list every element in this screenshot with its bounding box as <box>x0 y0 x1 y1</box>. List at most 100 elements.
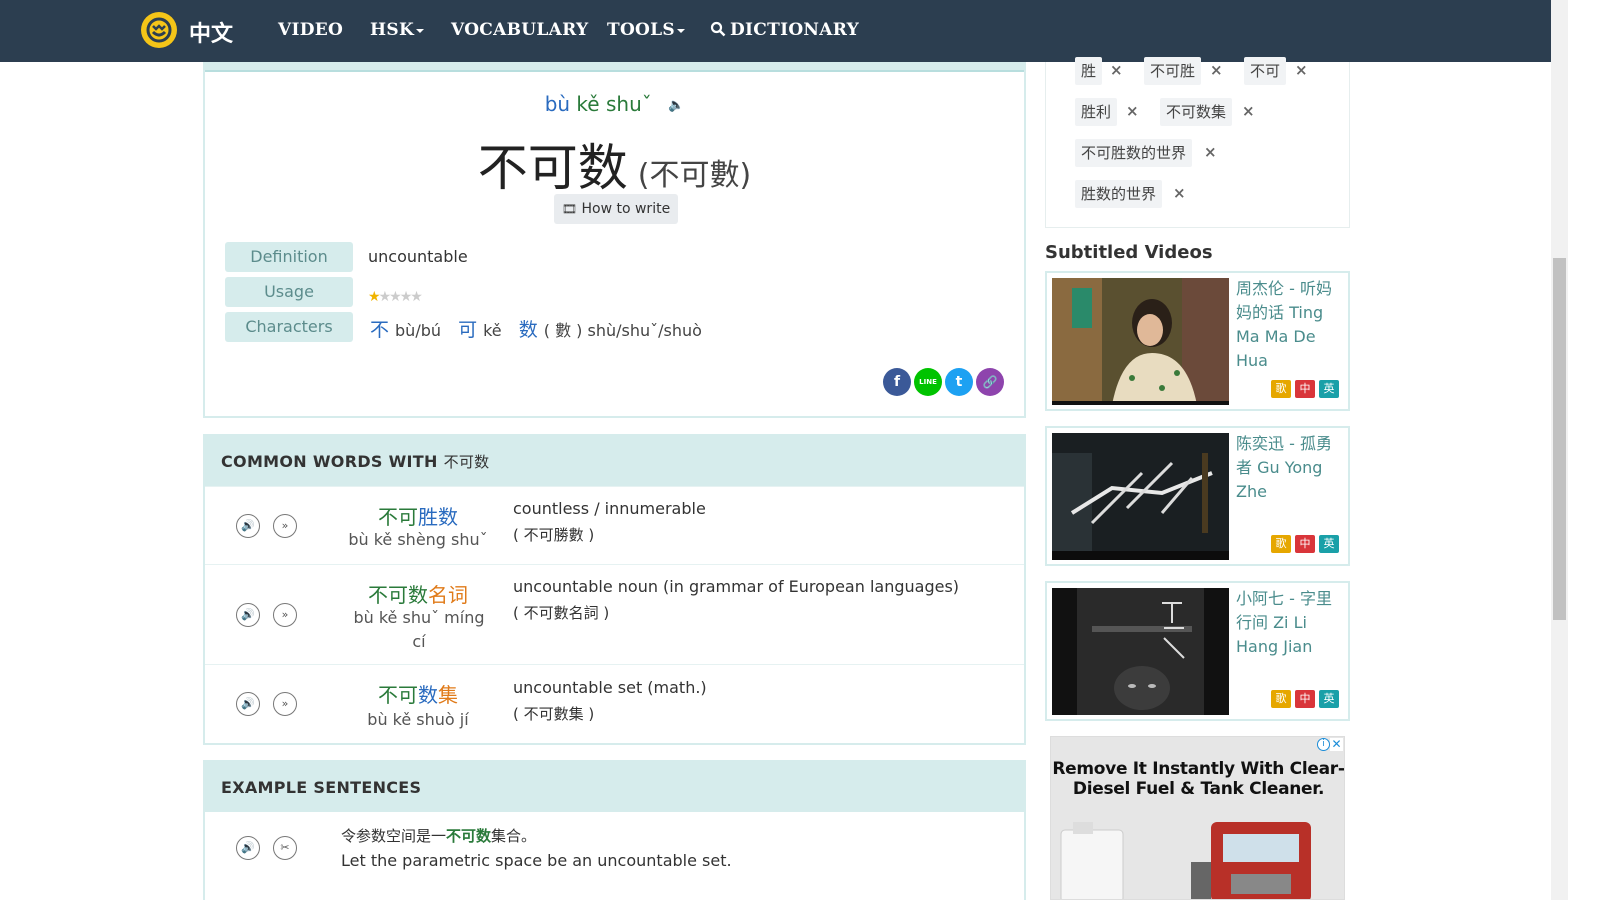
example-sentences-section: EXAMPLE SENTENCES 🔊 ✂ 令参数空间是一不可数集合。 Let … <box>203 760 1026 900</box>
history-tag[interactable]: 胜数的世界 <box>1075 180 1163 208</box>
example-chinese: 令参数空间是一不可数集合。 <box>341 825 536 846</box>
video-thumbnail[interactable] <box>1052 433 1229 560</box>
word-traditional: ( 不可數集 ) <box>513 705 595 723</box>
video-card[interactable]: 小阿七 - 字里行间 Zi Li Hang Jian 歌 中 英 <box>1045 581 1350 721</box>
how-to-write-button[interactable]: 🎞 How to write <box>554 194 678 224</box>
word-row: 🔊 » 不可胜数 bù kě shèng shuˇ countless / in… <box>205 486 1024 564</box>
word-definition: uncountable noun (in grammar of European… <box>513 577 960 596</box>
history-tag[interactable]: 不可胜 <box>1144 57 1202 85</box>
section-heading-hanzi: 不可数 <box>443 453 490 471</box>
section-heading-text: COMMON WORDS WITH <box>221 452 438 471</box>
close-icon[interactable]: × <box>1210 61 1223 79</box>
example-english: Let the parametric space be an uncountab… <box>341 851 732 870</box>
character-link[interactable]: 不 <box>370 319 389 341</box>
word-pinyin: bù kě shèng shuˇ <box>348 530 488 549</box>
line-share-icon[interactable]: LINE <box>914 368 942 396</box>
history-tag[interactable]: 胜利 <box>1075 98 1118 126</box>
ad-info-icon[interactable]: i <box>1317 738 1330 751</box>
speaker-icon[interactable]: 🔊 <box>236 514 260 538</box>
scissors-icon[interactable]: ✂ <box>273 836 297 860</box>
sentence-keyword: 不可数 <box>446 827 492 845</box>
word-pinyin: bù kě shuˇ míng cí <box>353 608 485 651</box>
character-pinyin: ( 數 ) shù/shuˇ/shuò <box>543 321 702 340</box>
advertisement[interactable]: i ✕ Remove It Instantly With Clear-Diese… <box>1050 736 1345 900</box>
nav-dictionary[interactable]: DICTIONARY <box>710 20 859 40</box>
more-icon[interactable]: » <box>273 692 297 716</box>
character-link[interactable]: 可 <box>458 319 477 341</box>
history-tag[interactable]: 不可数集 <box>1160 98 1233 126</box>
chinese-subtitle-badge: 中 <box>1295 690 1315 708</box>
video-title[interactable]: 周杰伦 - 听妈妈的话 Ting Ma Ma De Hua <box>1236 277 1344 373</box>
brand-title[interactable]: 中文 <box>189 16 233 48</box>
nav-vocabulary[interactable]: VOCABULARY <box>451 20 589 40</box>
hanzi-part: 不可 <box>378 505 418 529</box>
history-tag[interactable]: 不可胜数的世界 <box>1075 139 1193 167</box>
nav-video[interactable]: VIDEO <box>278 20 343 40</box>
history-tag[interactable]: 胜 <box>1075 57 1103 85</box>
english-subtitle-badge: 英 <box>1319 380 1339 398</box>
video-card[interactable]: 周杰伦 - 听妈妈的话 Ting Ma Ma De Hua 歌 中 英 <box>1045 271 1350 411</box>
close-icon[interactable]: × <box>1126 102 1139 120</box>
word-definition: countless / innumerable <box>513 499 706 518</box>
hanzi-part: 胜数 <box>418 505 458 529</box>
scrollbar-thumb[interactable] <box>1553 258 1566 620</box>
chevron-down-icon <box>416 28 425 33</box>
speaker-icon[interactable]: 🔊 <box>236 836 260 860</box>
nav-tools-label: TOOLS <box>607 20 675 40</box>
usage-rating: ★★★★★ <box>368 286 423 305</box>
characters-breakdown: 不 bù/bú 可 kě 数 ( 數 ) shù/shuˇ/shuò <box>370 315 714 342</box>
video-thumbnail[interactable] <box>1052 278 1229 405</box>
logo-icon[interactable] <box>141 12 177 48</box>
close-icon[interactable]: × <box>1204 143 1217 161</box>
example-row: 🔊 ✂ 令参数空间是一不可数集合。 Let the parametric spa… <box>205 812 1024 900</box>
word-hanzi[interactable]: 不可数集 <box>323 679 513 708</box>
sentence-part: 集合。 <box>491 827 537 845</box>
close-icon[interactable]: × <box>1242 102 1255 120</box>
nav-tools[interactable]: TOOLS <box>607 20 685 40</box>
word-traditional: ( 不可勝數 ) <box>513 526 595 544</box>
search-icon <box>710 21 726 37</box>
ad-close-icon[interactable]: ✕ <box>1330 738 1343 751</box>
top-navbar: 中文 VIDEO HSK VOCABULARY TOOLS DICTIONARY <box>0 0 1551 62</box>
facebook-share-icon[interactable]: f <box>883 368 911 396</box>
history-tag[interactable]: 不可 <box>1244 57 1287 85</box>
word-row: 🔊 » 不可数集 bù kě shuò jí uncountable set (… <box>205 664 1024 744</box>
close-icon[interactable]: × <box>1173 184 1186 202</box>
speaker-icon[interactable]: 🔊 <box>236 603 260 627</box>
chinese-subtitle-badge: 中 <box>1295 535 1315 553</box>
more-icon[interactable]: » <box>273 603 297 627</box>
video-thumbnail[interactable] <box>1052 588 1229 715</box>
ad-text: Remove It Instantly With Clear-Diesel Fu… <box>1052 759 1345 799</box>
film-icon: 🎞 <box>561 202 578 216</box>
close-icon[interactable]: × <box>1295 61 1308 79</box>
search-history-box: 胜 × 不可胜 × 不可 × 胜利 × 不可数集 × 不可胜数的世界 × 胜数的… <box>1045 57 1350 228</box>
english-subtitle-badge: 英 <box>1319 690 1339 708</box>
video-card[interactable]: 陈奕迅 - 孤勇者 Gu Yong Zhe 歌 中 英 <box>1045 426 1350 566</box>
close-icon[interactable]: × <box>1110 61 1123 79</box>
speaker-icon[interactable]: 🔊 <box>236 692 260 716</box>
word-definition: uncountable set (math.) <box>513 678 707 697</box>
traditional-headword: (不可數) <box>637 158 752 193</box>
twitter-share-icon[interactable]: t <box>945 368 973 396</box>
song-badge: 歌 <box>1271 535 1291 553</box>
character-link[interactable]: 数 <box>519 319 538 341</box>
song-badge: 歌 <box>1271 690 1291 708</box>
pinyin-syllable: shuˇ <box>605 92 652 116</box>
simplified-headword: 不可数 <box>477 139 628 197</box>
definition-value: uncountable <box>368 247 468 266</box>
card-header-strip <box>205 62 1024 72</box>
video-title[interactable]: 陈奕迅 - 孤勇者 Gu Yong Zhe <box>1236 432 1344 504</box>
more-icon[interactable]: » <box>273 514 297 538</box>
speaker-icon[interactable]: 🔈 <box>668 98 684 113</box>
word-hanzi[interactable]: 不可数名词 <box>323 579 513 608</box>
example-sentences-heading: EXAMPLE SENTENCES <box>205 762 1024 812</box>
copy-link-icon[interactable]: 🔗 <box>976 368 1004 396</box>
hanzi-part: 名词 <box>428 583 468 607</box>
nav-hsk[interactable]: HSK <box>370 20 425 40</box>
video-title[interactable]: 小阿七 - 字里行间 Zi Li Hang Jian <box>1236 587 1344 659</box>
word-hanzi[interactable]: 不可胜数 <box>323 501 513 530</box>
hanzi-part: 不可 <box>378 683 418 707</box>
common-words-heading: COMMON WORDS WITH 不可数 <box>205 436 1024 486</box>
nav-dictionary-label: DICTIONARY <box>730 20 860 40</box>
how-to-write-label: How to write <box>581 201 671 217</box>
